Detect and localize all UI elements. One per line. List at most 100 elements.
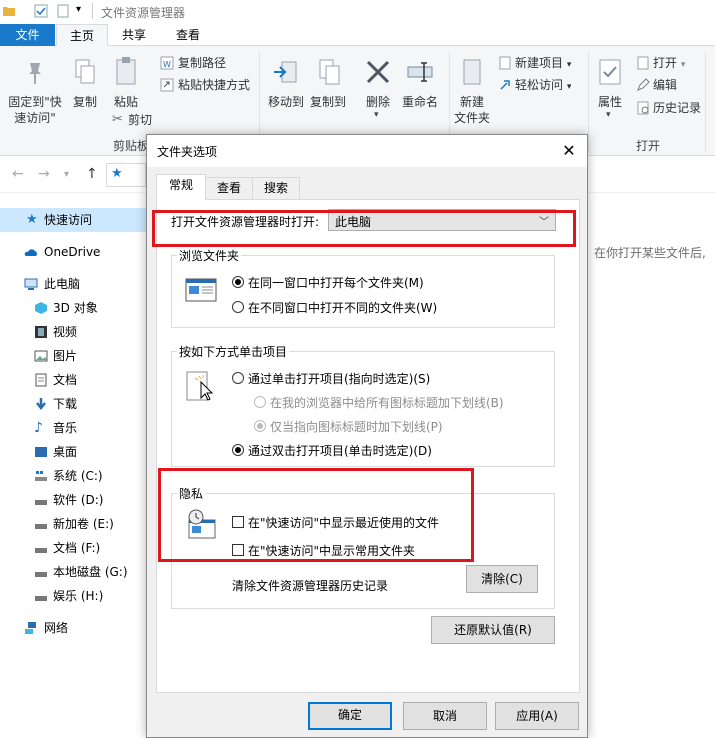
new-folder-label-1: 新建 — [459, 95, 484, 109]
tab-general[interactable]: 常规 — [156, 174, 206, 200]
underline-hover-radio — [254, 420, 266, 432]
copy-to-button[interactable]: 复制到 — [306, 94, 350, 110]
drive-icon — [35, 572, 47, 577]
browse-same-window-radio[interactable] — [232, 276, 244, 288]
double-click-label[interactable]: 通过双击打开项目(单击时选定)(D) — [248, 442, 432, 459]
history-button[interactable]: 历史记录 — [653, 100, 701, 116]
open-dropdown-icon: ▾ — [680, 60, 686, 70]
open-button[interactable]: 打开 ▾ — [653, 55, 685, 73]
pin-icon — [29, 63, 41, 84]
cut-button[interactable]: 剪切 — [128, 112, 152, 128]
copy-icon — [75, 59, 95, 84]
music-note-icon: ♪ — [34, 420, 43, 436]
move-to-icon — [274, 61, 297, 83]
tab-view[interactable]: 查看 — [205, 177, 253, 199]
browse-new-window-radio[interactable] — [232, 301, 244, 313]
navigation-pane: ★ 快速访问 OneDrive 此电脑 3D 对象 视频 图片 文档 下载 ♪ … — [0, 200, 146, 738]
copy-button[interactable]: 复制 — [68, 94, 102, 110]
rename-icon — [407, 62, 433, 82]
picture-icon — [34, 350, 48, 362]
open-icon — [637, 56, 649, 70]
move-to-button[interactable]: 移动到 — [264, 94, 308, 110]
content-hint-text: 在你打开某些文件后, — [594, 246, 706, 260]
apply-button[interactable]: 应用(A) — [495, 702, 579, 730]
tab-share[interactable]: 共享 — [112, 24, 156, 46]
edit-icon — [637, 78, 650, 91]
window-title: 文件资源管理器 — [101, 6, 186, 20]
new-folder-qa-icon[interactable] — [56, 4, 70, 18]
copy-path-button[interactable]: 复制路径 — [178, 55, 226, 71]
single-click-label[interactable]: 通过单击打开项目(指向时选定)(S) — [248, 370, 430, 387]
browse-new-window-label[interactable]: 在不同窗口中打开不同的文件夹(W) — [248, 299, 437, 316]
browse-same-window-label[interactable]: 在同一窗口中打开每个文件夹(M) — [248, 274, 424, 291]
double-click-radio[interactable] — [232, 444, 244, 456]
close-icon[interactable]: ✕ — [559, 141, 579, 161]
tab-file[interactable]: 文件 — [0, 24, 55, 46]
drive-icon — [35, 524, 47, 529]
properties-check-icon[interactable] — [34, 4, 48, 18]
drive-icon — [35, 596, 47, 601]
forward-arrow-icon[interactable]: → — [38, 166, 50, 182]
up-arrow-icon[interactable]: ↑ — [86, 166, 98, 182]
nav-label: 此电脑 — [44, 277, 81, 291]
open-group-label: 打开 — [636, 139, 661, 153]
paste-shortcut-icon — [160, 78, 174, 92]
download-arrow-icon — [36, 398, 46, 411]
quick-access-star-icon: ★ — [111, 166, 123, 181]
nav-label: 文档 (F:) — [53, 541, 101, 555]
tab-view[interactable]: 查看 — [166, 24, 210, 46]
highlight-box-privacy — [158, 468, 474, 562]
cube-icon — [35, 302, 47, 314]
restore-defaults-button[interactable]: 还原默认值(R) — [431, 616, 555, 644]
properties-button[interactable]: 属性 — [592, 94, 628, 110]
copy-to-icon — [319, 59, 340, 85]
new-item-button[interactable]: 新建项目 ▾ — [515, 55, 571, 73]
paste-shortcut-button[interactable]: 粘贴快捷方式 — [178, 77, 250, 93]
tab-search[interactable]: 搜索 — [252, 177, 300, 199]
ribbon-separator — [588, 52, 589, 152]
ribbon-separator — [705, 52, 706, 152]
single-click-radio[interactable] — [232, 372, 244, 384]
browse-folders-legend: 浏览文件夹 — [177, 247, 242, 264]
nav-label: 新加卷 (E:) — [53, 517, 114, 531]
title-divider — [92, 3, 93, 19]
nav-label: 桌面 — [53, 445, 78, 459]
delete-button[interactable]: 删除 — [360, 94, 396, 110]
film-icon — [35, 326, 47, 338]
customize-quick-access-icon[interactable]: ▾ — [76, 4, 81, 15]
paste-button[interactable]: 粘贴 — [108, 94, 144, 110]
easy-access-button[interactable]: 轻松访问 ▾ — [515, 77, 571, 95]
address-bar[interactable]: ★ — [106, 163, 146, 187]
browse-window-icon — [185, 278, 217, 302]
nav-label: 音乐 — [53, 421, 78, 435]
ribbon-tab-bar: 文件 主页 共享 查看 — [0, 24, 715, 47]
cut-icon: ✂ — [112, 112, 123, 127]
drive-icon — [35, 548, 47, 553]
properties-dropdown-icon[interactable]: ▾ — [606, 110, 611, 120]
nav-label: 软件 (D:) — [53, 493, 104, 507]
easy-access-icon — [500, 80, 510, 90]
edit-button[interactable]: 编辑 — [653, 77, 677, 93]
nav-label: 图片 — [53, 349, 78, 363]
clipboard-group-label: 剪贴板 — [113, 139, 150, 153]
cancel-button[interactable]: 取消 — [403, 702, 487, 730]
nav-label: OneDrive — [44, 245, 101, 259]
ok-button[interactable]: 确定 — [308, 702, 392, 730]
nav-label: 本地磁盘 (G:) — [53, 565, 128, 579]
tab-home[interactable]: 主页 — [56, 24, 108, 47]
browse-folders-group — [171, 255, 555, 328]
rename-button[interactable]: 重命名 — [398, 94, 442, 110]
clear-history-button[interactable]: 清除(C) — [466, 565, 538, 593]
easy-access-dropdown-icon: ▾ — [566, 82, 572, 92]
new-folder-button[interactable]: 新建 文件夹 — [450, 94, 494, 126]
new-item-label: 新建项目 — [515, 56, 564, 70]
recent-locations-icon[interactable]: ▾ — [64, 169, 69, 180]
back-arrow-icon[interactable]: ← — [12, 166, 24, 182]
new-item-icon — [499, 56, 511, 70]
delete-dropdown-icon[interactable]: ▾ — [374, 110, 379, 120]
delete-icon — [366, 60, 390, 84]
nav-quick-access[interactable]: ★ 快速访问 — [0, 208, 146, 232]
pin-label-line1: 固定到"快 — [8, 95, 62, 109]
drive-icon — [35, 500, 47, 505]
pin-quick-access-button[interactable]: 固定到"快 速访问" — [4, 94, 66, 126]
